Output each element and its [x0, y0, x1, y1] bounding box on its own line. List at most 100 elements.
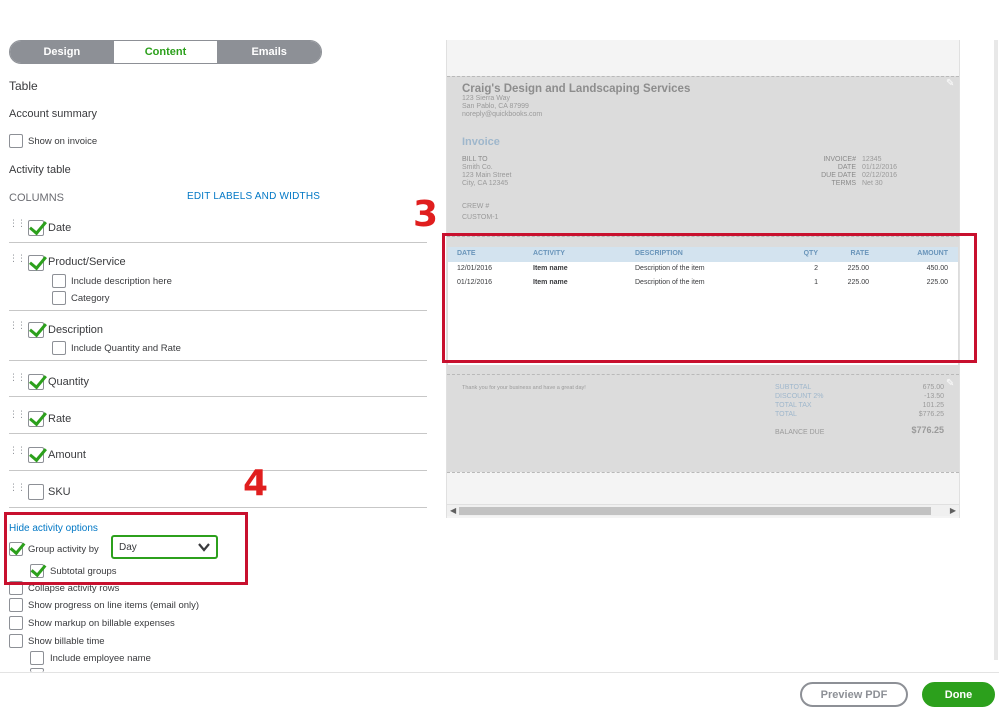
- total-tax-label: TOTAL TAX: [775, 402, 812, 409]
- done-button[interactable]: Done: [922, 682, 995, 707]
- description-column-label: Description: [48, 324, 104, 336]
- invoice-date: 01/12/2016: [862, 164, 898, 171]
- show-progress-label: Show progress on line items (email only): [28, 600, 200, 611]
- sku-column-label: SKU: [48, 486, 71, 498]
- rate-column-label: Rate: [48, 413, 72, 425]
- drag-handle-icon[interactable]: ⋮⋮: [9, 254, 26, 266]
- drag-handle-icon[interactable]: ⋮⋮: [9, 321, 26, 333]
- account-summary-label: Account summary: [9, 108, 98, 120]
- product-service-checkbox[interactable]: [28, 255, 44, 271]
- total-label: TOTAL: [775, 411, 797, 418]
- include-description-checkbox[interactable]: [52, 274, 66, 288]
- section-divider: [447, 76, 959, 77]
- drag-handle-icon[interactable]: ⋮⋮: [9, 410, 26, 422]
- drag-handle-icon[interactable]: ⋮⋮: [9, 446, 26, 458]
- show-billable-time-checkbox[interactable]: [9, 634, 23, 648]
- thank-you-message: Thank you for your business and have a g…: [462, 385, 586, 391]
- discount-value: -13.50: [924, 393, 944, 400]
- custom-field: CUSTOM-1: [462, 214, 499, 221]
- drag-handle-icon[interactable]: ⋮⋮: [9, 373, 26, 385]
- date-column-checkbox[interactable]: [28, 220, 44, 236]
- amount-column-checkbox[interactable]: [28, 447, 44, 463]
- drag-handle-icon[interactable]: ⋮⋮: [9, 483, 26, 495]
- scrollbar-thumb[interactable]: [459, 507, 931, 515]
- show-on-invoice-label: Show on invoice: [28, 136, 98, 147]
- edit-labels-link[interactable]: EDIT LABELS AND WIDTHS: [187, 191, 320, 202]
- tab-bar: Design Content Emails: [9, 40, 322, 64]
- divider: [9, 470, 427, 471]
- preview-pdf-button[interactable]: Preview PDF: [800, 682, 908, 707]
- section-divider: [447, 472, 959, 473]
- subtotal-value: 675.00: [922, 384, 944, 391]
- include-employee-checkbox[interactable]: [30, 651, 44, 665]
- date-column-label: Date: [48, 222, 72, 234]
- invoice-number-label: INVOICE#: [823, 156, 856, 163]
- discount-label: DISCOUNT 2%: [775, 393, 824, 400]
- terms-value: Net 30: [862, 180, 883, 187]
- divider: [9, 507, 427, 508]
- table-heading: Table: [9, 79, 38, 93]
- activity-table-label: Activity table: [9, 164, 71, 176]
- show-billable-time-label: Show billable time: [28, 636, 105, 647]
- divider: [9, 310, 427, 311]
- balance-due-label: BALANCE DUE: [775, 429, 825, 436]
- tab-emails[interactable]: Emails: [217, 41, 321, 63]
- tab-design[interactable]: Design: [10, 41, 114, 63]
- show-markup-label: Show markup on billable expenses: [28, 618, 175, 629]
- company-address-1: 123 Sierra Way: [462, 95, 510, 102]
- drag-handle-icon[interactable]: ⋮⋮: [9, 219, 26, 231]
- scroll-left-icon[interactable]: ◀: [450, 505, 456, 517]
- annotation-number-3: 3: [413, 194, 439, 235]
- due-date-label: DUE DATE: [821, 172, 856, 179]
- scroll-right-icon[interactable]: ▶: [950, 505, 956, 517]
- terms-label: TERMS: [831, 180, 857, 187]
- invoice-title: Invoice: [462, 136, 500, 148]
- include-qty-rate-label: Include Quantity and Rate: [71, 343, 181, 354]
- divider: [9, 396, 427, 397]
- bill-to-name: Smith Co.: [462, 164, 493, 171]
- divider: [9, 242, 427, 243]
- company-address-2: San Pablo, CA 87999: [462, 103, 529, 110]
- balance-due-value: $776.25: [911, 425, 944, 435]
- amount-column-label: Amount: [48, 449, 86, 461]
- include-employee-label: Include employee name: [50, 653, 151, 664]
- show-markup-checkbox[interactable]: [9, 616, 23, 630]
- annotation-number-4: 4: [243, 463, 269, 504]
- sku-column-checkbox[interactable]: [28, 484, 44, 500]
- category-checkbox[interactable]: [52, 291, 66, 305]
- bill-to-label: BILL TO: [462, 156, 488, 163]
- tab-content[interactable]: Content: [113, 41, 218, 63]
- show-progress-checkbox[interactable]: [9, 598, 23, 612]
- invoice-number: 12345: [862, 156, 882, 163]
- annotation-box-3: [442, 233, 977, 363]
- bill-to-street: 123 Main Street: [462, 172, 512, 179]
- section-divider: [447, 374, 959, 375]
- company-email: noreply@quickbooks.com: [462, 111, 543, 118]
- include-description-label: Include description here: [71, 276, 172, 287]
- footer-divider: [0, 672, 999, 673]
- category-label: Category: [71, 293, 110, 304]
- columns-heading: COLUMNS: [9, 192, 65, 204]
- description-column-checkbox[interactable]: [28, 322, 44, 338]
- total-tax-value: 101.25: [922, 402, 944, 409]
- annotation-box-4: [4, 512, 248, 585]
- divider: [9, 360, 427, 361]
- product-service-label: Product/Service: [48, 256, 126, 268]
- crew-label: CREW #: [462, 203, 490, 210]
- rate-column-checkbox[interactable]: [28, 411, 44, 427]
- company-name: Craig's Design and Landscaping Services: [462, 83, 691, 95]
- due-date: 02/12/2016: [862, 172, 898, 179]
- total-value: $776.25: [918, 411, 944, 418]
- quantity-column-label: Quantity: [48, 376, 89, 388]
- preview-horizontal-scrollbar[interactable]: ◀ ▶: [447, 504, 959, 516]
- edit-pencil-icon[interactable]: ✎: [946, 78, 954, 89]
- bill-to-city: City, CA 12345: [462, 180, 509, 187]
- include-qty-rate-checkbox[interactable]: [52, 341, 66, 355]
- date-label: DATE: [837, 164, 856, 171]
- show-on-invoice-checkbox[interactable]: [9, 134, 23, 148]
- edit-pencil-icon[interactable]: ✎: [946, 378, 954, 389]
- quantity-column-checkbox[interactable]: [28, 374, 44, 390]
- divider: [9, 433, 427, 434]
- page-vertical-scrollbar[interactable]: [994, 40, 998, 660]
- subtotal-label: SUBTOTAL: [775, 384, 812, 391]
